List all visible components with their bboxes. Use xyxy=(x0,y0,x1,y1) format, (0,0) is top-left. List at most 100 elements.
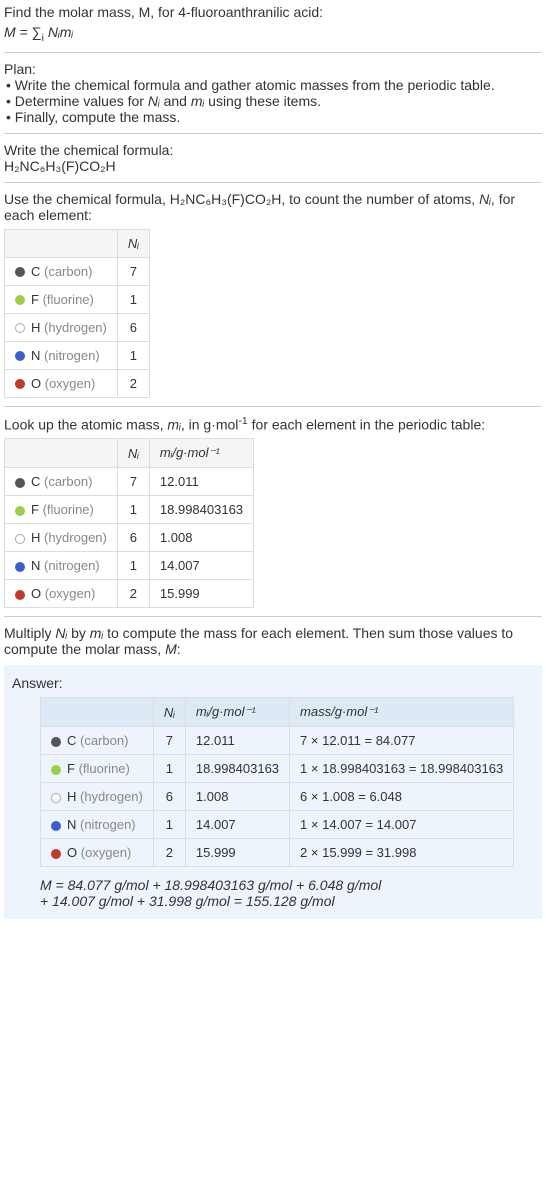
intro-formula: M = ∑i Nᵢmᵢ xyxy=(4,24,542,44)
element-cell: H (hydrogen) xyxy=(5,313,118,341)
element-swatch-icon xyxy=(15,323,25,333)
m-cell: 14.007 xyxy=(185,811,289,839)
intro-line1: Find the molar mass, M, for 4-fluoroanth… xyxy=(4,4,542,20)
element-cell: O (oxygen) xyxy=(5,369,118,397)
table-row: C (carbon)712.0117 × 12.011 = 84.077 xyxy=(41,727,514,755)
mass-cell: 1 × 18.998403163 = 18.998403163 xyxy=(290,755,514,783)
answer-box: Answer: Nᵢmᵢ/g·mol⁻¹mass/g·mol⁻¹ C (carb… xyxy=(4,665,542,919)
element-swatch-icon xyxy=(15,351,25,361)
count-table: Nᵢ C (carbon)7F (fluorine)1H (hydrogen)6… xyxy=(4,229,150,398)
table-row: N (nitrogen)114.0071 × 14.007 = 14.007 xyxy=(41,811,514,839)
table-row: F (fluorine)118.998403163 xyxy=(5,496,254,524)
plan-b2: • Determine values for Nᵢ and mᵢ using t… xyxy=(6,93,542,109)
n-cell: 2 xyxy=(153,839,185,867)
n-cell: 6 xyxy=(117,313,149,341)
n-cell: 7 xyxy=(153,727,185,755)
count-text: Use the chemical formula, H₂NC₆H₃(F)CO₂H… xyxy=(4,191,542,223)
lookup-text: Look up the atomic mass, mᵢ, in g·mol-1 … xyxy=(4,415,542,433)
lookup-mi: mᵢ xyxy=(167,416,180,432)
element-cell: C (carbon) xyxy=(5,468,118,496)
divider xyxy=(4,406,542,407)
count-atoms: Use the chemical formula, H₂NC₆H₃(F)CO₂H… xyxy=(4,191,542,398)
element-swatch-icon xyxy=(15,478,25,488)
element-swatch-icon xyxy=(15,379,25,389)
table-row: H (hydrogen)6 xyxy=(5,313,150,341)
n-cell: 7 xyxy=(117,257,149,285)
plan-b1: • Write the chemical formula and gather … xyxy=(6,77,542,93)
m-cell: 14.007 xyxy=(149,552,253,580)
m-cell: 12.011 xyxy=(149,468,253,496)
divider xyxy=(4,52,542,53)
final-line2: + 14.007 g/mol + 31.998 g/mol = 155.128 … xyxy=(40,893,534,909)
m-cell: 15.999 xyxy=(185,839,289,867)
table-row: F (fluorine)118.9984031631 × 18.99840316… xyxy=(41,755,514,783)
table-row: H (hydrogen)61.008 xyxy=(5,524,254,552)
plan: Plan: • Write the chemical formula and g… xyxy=(4,61,542,125)
element-cell: N (nitrogen) xyxy=(5,552,118,580)
n-cell: 6 xyxy=(117,524,149,552)
element-cell: O (oxygen) xyxy=(41,839,154,867)
m-cell: 12.011 xyxy=(185,727,289,755)
n-cell: 1 xyxy=(117,285,149,313)
element-swatch-icon xyxy=(51,849,61,859)
lookup-mid: , in g·mol xyxy=(181,416,239,432)
count-pre: Use the chemical formula, xyxy=(4,191,170,207)
chemical-formula: H₂NC₆H₃(F)CO₂H xyxy=(4,158,542,174)
element-swatch-icon xyxy=(15,590,25,600)
plan-b2-pre: • Determine values for xyxy=(6,93,148,109)
table-row: H (hydrogen)61.0086 × 1.008 = 6.048 xyxy=(41,783,514,811)
m-cell: 18.998403163 xyxy=(185,755,289,783)
count-formula: H₂NC₆H₃(F)CO₂H xyxy=(170,191,282,207)
count-mid: , to count the number of atoms, xyxy=(281,191,479,207)
mass-cell: 1 × 14.007 = 14.007 xyxy=(290,811,514,839)
element-cell: O (oxygen) xyxy=(5,580,118,608)
mult-by: by xyxy=(67,625,90,641)
element-swatch-icon xyxy=(15,534,25,544)
table-row: C (carbon)712.011 xyxy=(5,468,254,496)
element-cell: H (hydrogen) xyxy=(5,524,118,552)
plan-b3: • Finally, compute the mass. xyxy=(6,109,542,125)
element-swatch-icon xyxy=(51,793,61,803)
n-cell: 2 xyxy=(117,580,149,608)
table-row: N (nitrogen)114.007 xyxy=(5,552,254,580)
element-cell: F (fluorine) xyxy=(5,496,118,524)
m-cell: 1.008 xyxy=(149,524,253,552)
table-row: O (oxygen)2 xyxy=(5,369,150,397)
element-cell: F (fluorine) xyxy=(5,285,118,313)
element-swatch-icon xyxy=(51,765,61,775)
multiply: Multiply Nᵢ by mᵢ to compute the mass fo… xyxy=(4,625,542,657)
element-swatch-icon xyxy=(15,506,25,516)
sigma: ∑ xyxy=(32,24,42,40)
mult-m: M xyxy=(165,641,177,657)
lookup-pre: Look up the atomic mass, xyxy=(4,416,167,432)
answer-table: Nᵢmᵢ/g·mol⁻¹mass/g·mol⁻¹ C (carbon)712.0… xyxy=(40,697,514,867)
n-cell: 1 xyxy=(117,496,149,524)
table-row: O (oxygen)215.9992 × 15.999 = 31.998 xyxy=(41,839,514,867)
write-formula-title: Write the chemical formula: xyxy=(4,142,542,158)
mass-cell: 6 × 1.008 = 6.048 xyxy=(290,783,514,811)
element-cell: N (nitrogen) xyxy=(5,341,118,369)
divider xyxy=(4,182,542,183)
write-formula: Write the chemical formula: H₂NC₆H₃(F)CO… xyxy=(4,142,542,174)
count-header-n: Nᵢ xyxy=(117,229,149,257)
n-cell: 7 xyxy=(117,468,149,496)
lookup-post: for each element in the periodic table: xyxy=(248,416,485,432)
n-cell: 1 xyxy=(117,552,149,580)
mult-colon: : xyxy=(177,641,181,657)
element-swatch-icon xyxy=(51,737,61,747)
n-cell: 1 xyxy=(117,341,149,369)
intro-formula-pre: M = xyxy=(4,24,32,40)
table-row: O (oxygen)215.999 xyxy=(5,580,254,608)
mass-cell: 2 × 15.999 = 31.998 xyxy=(290,839,514,867)
ans-header-n: Nᵢ xyxy=(153,698,185,727)
divider xyxy=(4,616,542,617)
element-cell: C (carbon) xyxy=(5,257,118,285)
element-swatch-icon xyxy=(15,295,25,305)
element-swatch-icon xyxy=(51,821,61,831)
element-cell: H (hydrogen) xyxy=(41,783,154,811)
element-cell: F (fluorine) xyxy=(41,755,154,783)
lookup: Look up the atomic mass, mᵢ, in g·mol-1 … xyxy=(4,415,542,609)
n-cell: 1 xyxy=(153,755,185,783)
mass-cell: 7 × 12.011 = 84.077 xyxy=(290,727,514,755)
element-cell: C (carbon) xyxy=(41,727,154,755)
